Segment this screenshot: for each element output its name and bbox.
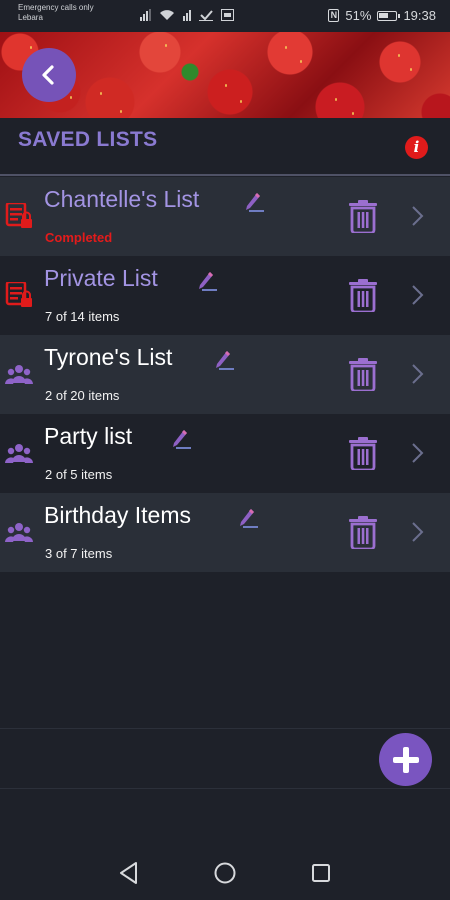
back-button[interactable]: [22, 48, 76, 102]
clock: 19:38: [403, 8, 436, 23]
list-item[interactable]: Private List 7 of 14 items: [0, 256, 450, 335]
chevron-right-icon[interactable]: [410, 442, 424, 464]
list-name: Party list: [44, 423, 133, 449]
list-progress: 2 of 5 items: [45, 467, 113, 482]
chevron-right-icon[interactable]: [410, 284, 424, 306]
trash-icon[interactable]: [349, 358, 377, 391]
plus-icon: [392, 746, 419, 773]
trash-icon[interactable]: [349, 437, 377, 470]
saved-lists-screen: Emergency calls only Lebara N 51% 19:38: [0, 0, 450, 900]
list-name: Tyrone's List: [44, 344, 173, 370]
trash-icon[interactable]: [349, 516, 377, 549]
pencil-icon[interactable]: [243, 191, 265, 213]
battery-icon: [377, 10, 401, 21]
list-item[interactable]: Chantelle's List Completed: [0, 177, 450, 256]
nfc-icon: N: [328, 9, 340, 22]
status-right: N 51% 19:38: [328, 8, 436, 23]
carrier-info: Emergency calls only Lebara: [18, 3, 94, 23]
chevron-left-icon: [42, 65, 54, 85]
pencil-icon[interactable]: [196, 270, 218, 292]
pencil-icon[interactable]: [213, 349, 235, 371]
wifi-icon: [160, 10, 174, 20]
add-list-button[interactable]: [379, 733, 432, 786]
pencil-icon[interactable]: [170, 428, 192, 450]
trash-icon[interactable]: [349, 200, 377, 233]
locked-list-icon: [5, 203, 32, 228]
chevron-right-icon[interactable]: [410, 521, 424, 543]
action-bar-bottom-divider: [0, 788, 450, 789]
triangle-back-icon[interactable]: [116, 860, 142, 886]
group-icon: [5, 523, 33, 542]
list-progress: Completed: [45, 230, 113, 245]
list-name: Birthday Items: [44, 502, 191, 528]
download-icon: [199, 10, 213, 21]
list-progress: 7 of 14 items: [45, 309, 120, 324]
circle-home-icon[interactable]: [212, 860, 238, 886]
group-icon: [5, 365, 33, 384]
chevron-right-icon[interactable]: [410, 205, 424, 227]
trash-icon[interactable]: [349, 279, 377, 312]
system-navigation-bar: [0, 840, 450, 900]
list-progress: 3 of 7 items: [45, 546, 113, 561]
status-bar: Emergency calls only Lebara N 51% 19:38: [0, 0, 450, 32]
page-title: SAVED LISTS: [18, 128, 158, 151]
image-icon: [221, 9, 234, 21]
chevron-right-icon[interactable]: [410, 363, 424, 385]
pencil-icon[interactable]: [237, 507, 259, 529]
battery-percent: 51%: [345, 8, 372, 23]
status-indicators: [140, 9, 234, 21]
list-progress: 2 of 20 items: [45, 388, 120, 403]
list-item[interactable]: Birthday Items 3 of 7 items: [0, 493, 450, 572]
action-bar-top-divider: [0, 728, 450, 729]
list-name: Chantelle's List: [44, 186, 200, 212]
carrier-line-1: Emergency calls only: [18, 3, 94, 12]
signal-icon: [140, 9, 151, 21]
list-name: Private List: [44, 265, 158, 291]
carrier-line-2: Lebara: [18, 13, 43, 22]
list-item[interactable]: Tyrone's List 2 of 20 items: [0, 335, 450, 414]
square-recent-icon[interactable]: [308, 860, 334, 886]
page-header: SAVED LISTS: [0, 118, 450, 176]
group-icon: [5, 444, 33, 463]
locked-list-icon: [5, 282, 32, 307]
data-signal-icon: [183, 9, 191, 21]
list-item[interactable]: Party list 2 of 5 items: [0, 414, 450, 493]
info-icon[interactable]: i: [405, 136, 428, 159]
